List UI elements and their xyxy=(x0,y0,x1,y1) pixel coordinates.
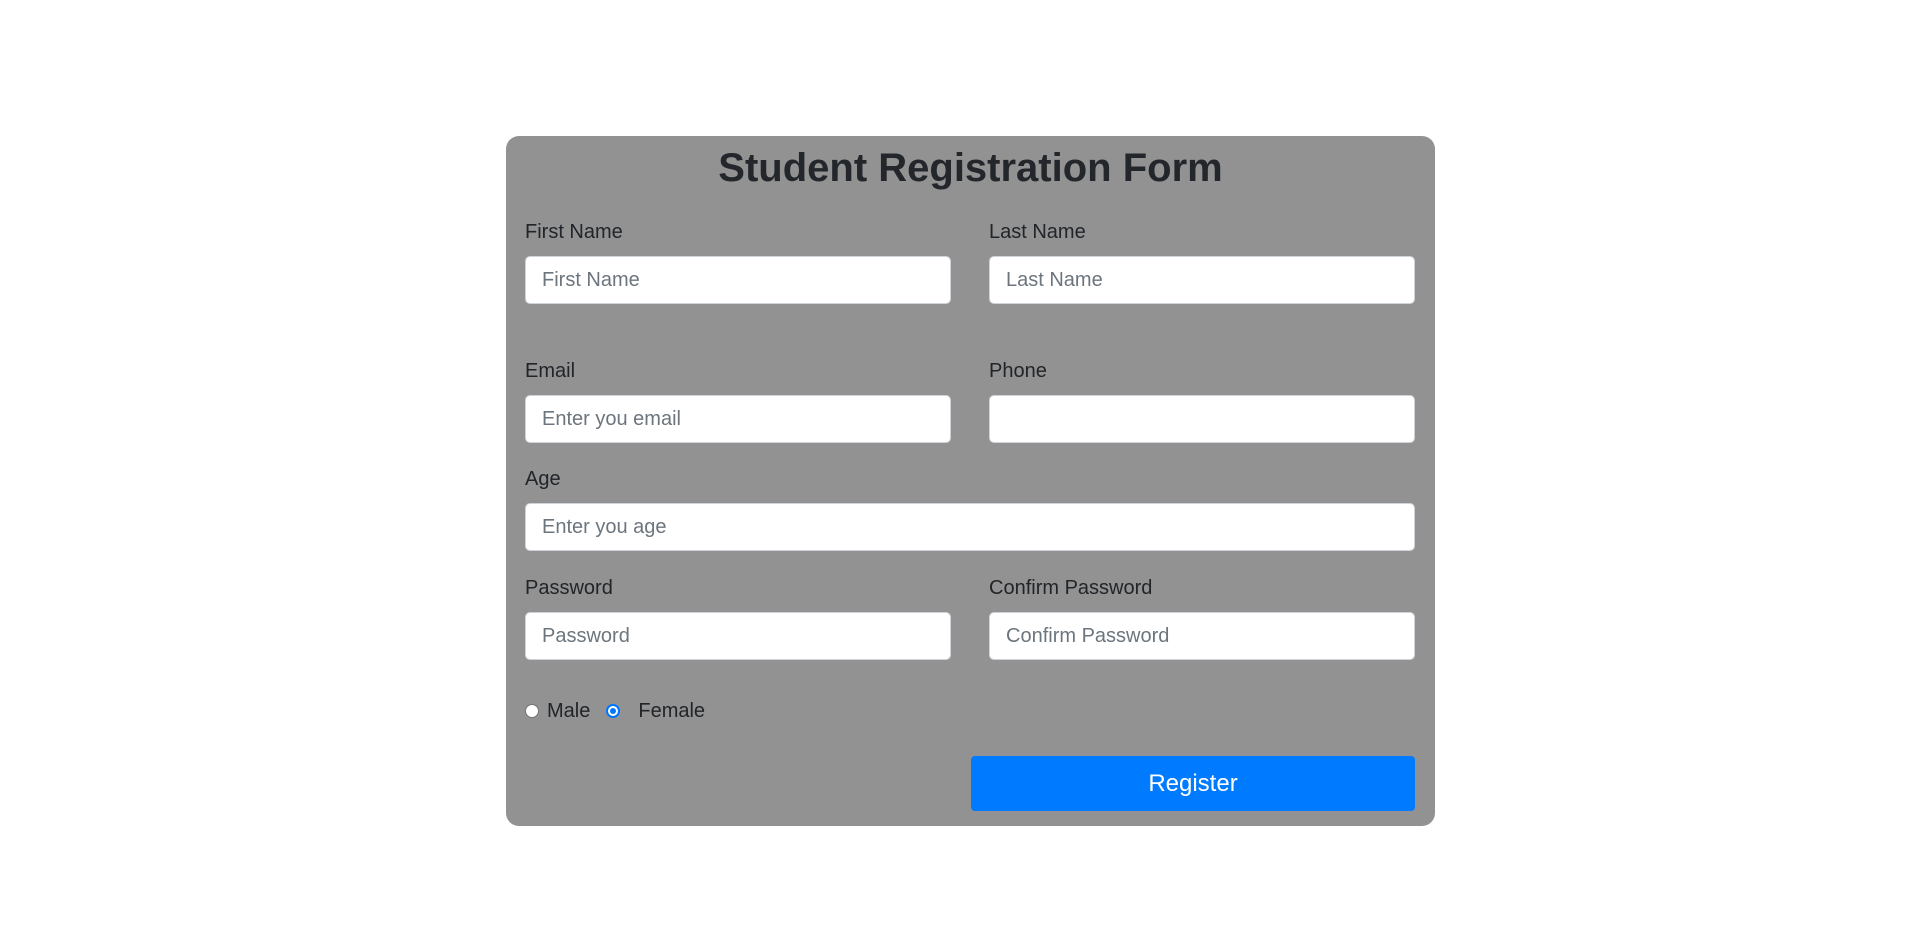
phone-label: Phone xyxy=(989,360,1047,382)
form-title: Student Registration Form xyxy=(718,146,1223,190)
first-name-input[interactable] xyxy=(525,256,951,304)
male-radio-label[interactable]: Male xyxy=(547,700,590,723)
registration-card: Student Registration Form First Name Las… xyxy=(506,136,1435,826)
gender-radio-group: Male Female xyxy=(525,696,705,726)
register-button[interactable]: Register xyxy=(971,756,1415,811)
first-name-label: First Name xyxy=(525,221,623,243)
male-radio[interactable] xyxy=(525,704,539,718)
password-input[interactable] xyxy=(525,612,951,660)
email-label: Email xyxy=(525,360,576,382)
password-label: Password xyxy=(525,577,613,599)
email-input[interactable] xyxy=(525,395,951,443)
last-name-label: Last Name xyxy=(989,221,1086,243)
last-name-input[interactable] xyxy=(989,256,1415,304)
confirm-password-label: Confirm Password xyxy=(989,577,1153,599)
age-label: Age xyxy=(525,468,561,490)
female-radio-label[interactable]: Female xyxy=(638,700,705,723)
confirm-password-input[interactable] xyxy=(989,612,1415,660)
age-input[interactable] xyxy=(525,503,1415,551)
phone-input[interactable] xyxy=(989,395,1415,443)
female-radio[interactable] xyxy=(606,704,621,718)
